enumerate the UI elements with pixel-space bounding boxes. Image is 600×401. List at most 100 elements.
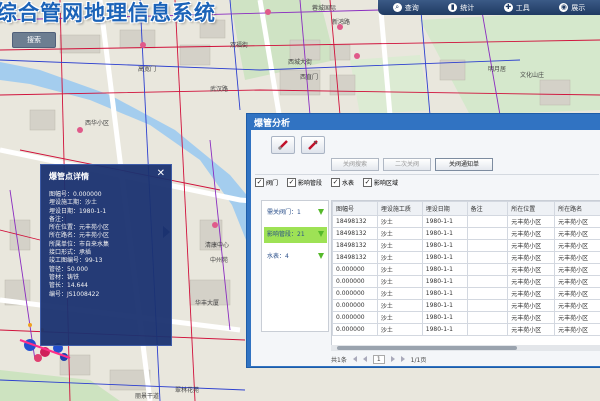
detail-field: 编号：JS1008422 (49, 290, 100, 298)
table-cell: 元丰苑小区 (507, 251, 556, 264)
category-water-meters[interactable]: 水表：4 (264, 249, 327, 265)
map-label: 中州苑 (210, 257, 229, 264)
pagination: 共1条 1 1/1页 (331, 353, 600, 365)
table-cell: 元丰苑小区 (507, 323, 556, 336)
prev-page-icon[interactable] (362, 356, 367, 362)
table-row[interactable]: 18498132 沙土 1980-1-1 元丰苑小区 元丰苑小区 (332, 227, 600, 240)
toolbar-label: 统计 (460, 3, 475, 12)
table-row[interactable]: 18498132 沙土 1980-1-1 元丰苑小区 元丰苑小区 (332, 215, 600, 228)
first-page-icon[interactable] (352, 356, 357, 362)
checkbox-affected-pipes[interactable]: ✓ 影响管段 (287, 178, 322, 187)
table-row[interactable]: 0.000000 沙土 1980-1-1 元丰苑小区 元丰苑小区 (332, 299, 600, 312)
tools-button[interactable]: ✚ 工具 (503, 3, 530, 13)
column-header[interactable]: 图幅号 (332, 201, 378, 216)
table-row[interactable]: 0.000000 沙土 1980-1-1 元丰苑小区 元丰苑小区 (332, 323, 600, 336)
table-row[interactable]: 0.000000 沙土 1980-1-1 元丰苑小区 元丰苑小区 (332, 275, 600, 288)
valve-search-button[interactable]: 关阀搜索 (331, 158, 379, 171)
detail-field: 竣工图编号：99-13 (49, 257, 103, 265)
table-cell (466, 323, 509, 336)
table-cell: 0.000000 (332, 311, 378, 324)
detail-field: 所属单位：市自来水集 (49, 240, 110, 248)
table-cell: 沙土 (376, 275, 423, 288)
panel-body: 关阀搜索 二次关阀 关阀通知单 ✓ 阀门 ✓ 影响管段 ✓ 水表 ✓ 影响区域 (251, 130, 600, 366)
column-header[interactable]: 备注 (466, 201, 509, 216)
table-cell: 元丰苑小区 (554, 227, 600, 240)
clear-analysis-button[interactable] (301, 136, 325, 154)
table-cell: 1980-1-1 (421, 251, 468, 264)
burst-analysis-panel: 爆管分析 关阀搜索 二次关阀 关阀通知单 ✓ 阀门 ✓ 影响管段 ✓ 水表 ✓ … (246, 113, 600, 368)
column-header[interactable]: 埋设日期 (421, 201, 468, 216)
table-cell: 元丰苑小区 (554, 263, 600, 276)
table-cell (466, 311, 509, 324)
toolbar-label: 查询 (404, 3, 419, 12)
table-cell (466, 287, 509, 300)
category-affected-pipes[interactable]: 影响管段：21 (264, 227, 327, 243)
category-label: 需关阀门：1 (267, 209, 301, 216)
select-burst-point-button[interactable] (271, 136, 295, 154)
table-cell (466, 263, 509, 276)
table-cell (466, 239, 509, 252)
tools-icon: ✚ (503, 3, 513, 12)
table-cell: 1980-1-1 (421, 323, 468, 336)
table-cell: 1980-1-1 (421, 215, 468, 228)
table-cell: 18498132 (332, 239, 378, 252)
table-row[interactable]: 18498132 沙土 1980-1-1 元丰苑小区 元丰苑小区 (332, 251, 600, 264)
second-valve-button[interactable]: 二次关阀 (383, 158, 431, 171)
table-cell: 元丰苑小区 (554, 311, 600, 324)
table-cell: 1980-1-1 (421, 275, 468, 288)
map-label: 西直门 (300, 74, 319, 81)
table-row[interactable]: 18498132 沙土 1980-1-1 元丰苑小区 元丰苑小区 (332, 239, 600, 252)
table-cell: 1980-1-1 (421, 239, 468, 252)
table-cell (466, 251, 509, 264)
table-cell: 0.000000 (332, 323, 378, 336)
table-cell: 0.000000 (332, 263, 378, 276)
map-label: 华丰大厦 (195, 300, 220, 307)
column-header[interactable]: 所在位置 (507, 201, 556, 216)
page-count: 1/1页 (410, 356, 427, 364)
last-page-icon[interactable] (400, 356, 405, 362)
horizontal-scrollbar[interactable] (331, 345, 600, 351)
table-cell: 沙土 (376, 227, 423, 240)
scrollbar-thumb[interactable] (337, 346, 517, 350)
table-cell: 元丰苑小区 (554, 287, 600, 300)
map-label: 西城大街 (288, 59, 313, 66)
map-label: 蓉城国际 (312, 5, 337, 12)
table-cell: 沙土 (376, 251, 423, 264)
map-label: 清康中心 (205, 242, 230, 249)
page-input[interactable]: 1 (372, 354, 385, 364)
chart-icon: ▮ (448, 3, 458, 12)
table-header-row: 图幅号 埋设施工质 埋设日期 备注 所在位置 所在路名 (332, 201, 600, 216)
display-button[interactable]: ◉ 展示 (559, 3, 585, 13)
checkbox-affected-area[interactable]: ✓ 影响区域 (363, 178, 398, 187)
column-header[interactable]: 所在路名 (554, 201, 600, 216)
table-row[interactable]: 0.000000 沙土 1980-1-1 元丰苑小区 元丰苑小区 (332, 263, 600, 276)
detail-field: 管径：50.000 (49, 265, 88, 273)
table-cell: 沙土 (376, 323, 423, 336)
eraser-icon (308, 140, 318, 150)
column-header[interactable]: 埋设施工质 (376, 201, 423, 216)
table-cell: 1980-1-1 (421, 287, 468, 300)
table-cell: 18498132 (332, 251, 378, 264)
panel-title: 爆管分析 (254, 119, 291, 129)
detail-field: 所在路名：元丰苑小区 (49, 232, 110, 240)
table-cell: 元丰苑小区 (554, 275, 600, 288)
query-button[interactable]: ⌕ 查询 (392, 3, 419, 13)
map-label: 西华小区 (85, 120, 110, 127)
table-cell: 0.000000 (332, 287, 378, 300)
category-valves[interactable]: 需关阀门：1 (264, 205, 327, 221)
table-row[interactable]: 0.000000 沙土 1980-1-1 元丰苑小区 元丰苑小区 (332, 311, 600, 324)
table-cell: 元丰苑小区 (507, 263, 556, 276)
top-toolbar: ⌕ 查询 ▮ 统计 ✚ 工具 ◉ 展示 (378, 0, 600, 15)
search-button[interactable]: 搜索 (12, 32, 56, 48)
detail-field: 备注： (49, 215, 68, 223)
next-page-icon[interactable] (390, 356, 395, 362)
close-icon[interactable]: ✕ (157, 168, 165, 179)
statistics-button[interactable]: ▮ 统计 (448, 3, 474, 13)
valve-notice-button[interactable]: 关阀通知单 (435, 158, 493, 171)
checkbox-water-meter[interactable]: ✓ 水表 (331, 178, 354, 187)
table-cell: 0.000000 (332, 275, 378, 288)
checkbox-valve[interactable]: ✓ 阀门 (255, 178, 278, 187)
table-row[interactable]: 0.000000 沙土 1980-1-1 元丰苑小区 元丰苑小区 (332, 287, 600, 300)
result-category-list: 需关阀门：1 影响管段：21 水表：4 (261, 200, 329, 332)
table-cell: 元丰苑小区 (554, 323, 600, 336)
